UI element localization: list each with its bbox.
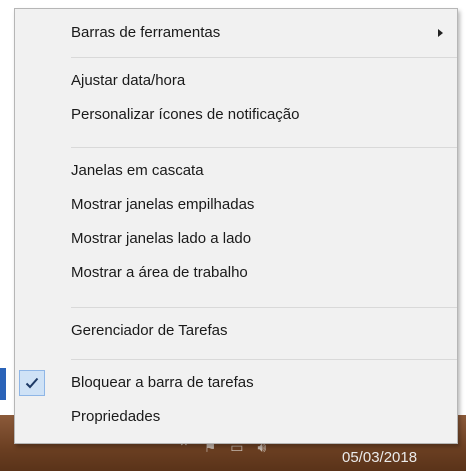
menu-separator: [71, 147, 457, 148]
menu-item-label: Propriedades: [71, 408, 161, 425]
menu-item-label: Personalizar ícones de notificação: [71, 106, 300, 123]
menu-separator: [71, 57, 457, 58]
menu-item-cascade-windows[interactable]: Janelas em cascata: [15, 155, 457, 187]
menu-item-adjust-date-time[interactable]: Ajustar data/hora: [15, 65, 457, 97]
menu-item-lock-taskbar[interactable]: Bloquear a barra de tarefas: [15, 367, 457, 399]
menu-item-toolbars[interactable]: Barras de ferramentas: [15, 17, 457, 49]
menu-separator: [71, 359, 457, 360]
menu-item-label: Gerenciador de Tarefas: [71, 322, 228, 339]
menu-item-label: Mostrar janelas lado a lado: [71, 230, 252, 247]
menu-item-customize-notification-icons[interactable]: Personalizar ícones de notificação: [15, 99, 457, 131]
menu-item-label: Bloquear a barra de tarefas: [71, 374, 254, 391]
menu-item-label: Barras de ferramentas: [71, 24, 221, 41]
menu-separator: [71, 307, 457, 308]
menu-item-label: Ajustar data/hora: [71, 72, 186, 89]
menu-item-label: Mostrar a área de trabalho: [71, 264, 248, 281]
menu-item-show-desktop[interactable]: Mostrar a área de trabalho: [15, 257, 457, 289]
menu-item-task-manager[interactable]: Gerenciador de Tarefas: [15, 315, 457, 347]
menu-item-label: Janelas em cascata: [71, 162, 204, 179]
taskbar-app-edge: [0, 368, 6, 400]
checkmark-icon: [19, 370, 45, 396]
chevron-right-icon: [438, 29, 443, 37]
menu-item-show-side-by-side[interactable]: Mostrar janelas lado a lado: [15, 223, 457, 255]
menu-item-label: Mostrar janelas empilhadas: [71, 196, 255, 213]
taskbar-date[interactable]: 05/03/2018: [342, 449, 417, 466]
taskbar-context-menu: Barras de ferramentas Ajustar data/hora …: [14, 8, 458, 444]
menu-item-show-stacked-windows[interactable]: Mostrar janelas empilhadas: [15, 189, 457, 221]
menu-item-properties[interactable]: Propriedades: [15, 401, 457, 433]
